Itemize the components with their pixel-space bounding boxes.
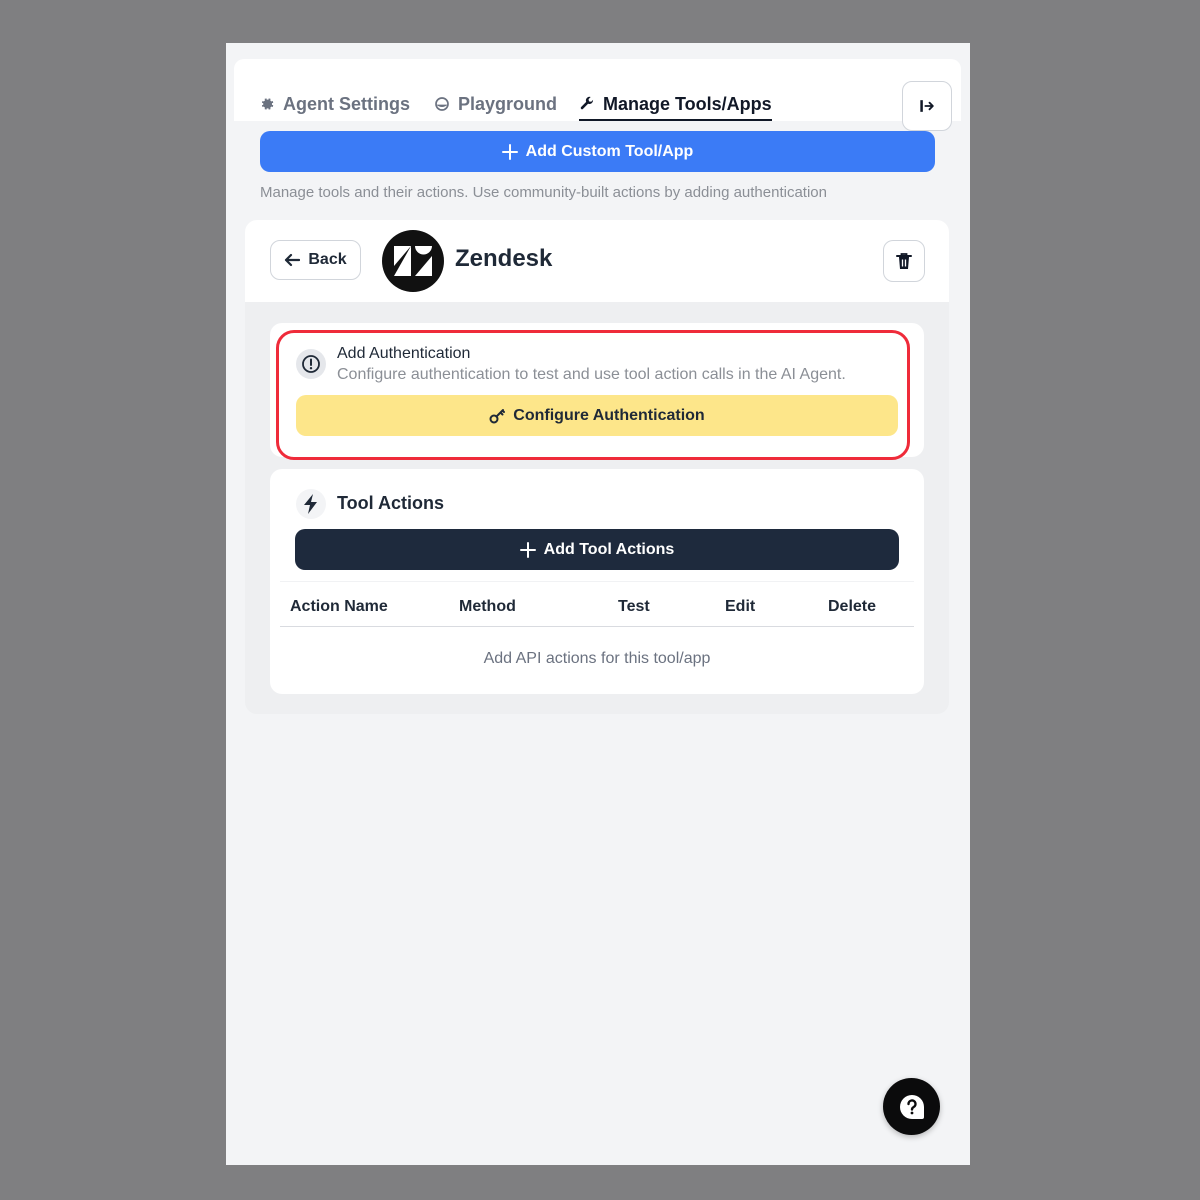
table-divider [280,626,914,627]
tab-agent-settings[interactable]: Agent Settings [259,89,410,119]
auth-card: Add Authentication Configure authenticat… [270,323,924,460]
trash-icon [896,253,912,269]
bolt-icon [296,489,326,519]
lightning-icon [304,494,317,514]
auth-description: Configure authentication to test and use… [337,366,846,383]
helper-text: Manage tools and their actions. Use comm… [260,184,827,201]
tab-label: Manage Tools/Apps [603,93,772,114]
help-icon [899,1094,924,1119]
tab-label: Agent Settings [283,93,411,114]
add-custom-tool-button[interactable]: Add Custom Tool/App [260,131,935,172]
tool-name: Zendesk [455,245,553,272]
configure-auth-label: Configure Authentication [513,406,705,424]
zendesk-logo [382,230,444,292]
exclamation-icon [302,355,320,373]
empty-state-text: Add API actions for this tool/app [483,650,711,667]
delete-tool-button[interactable] [883,240,925,282]
configure-authentication-button[interactable]: Configure Authentication [296,395,898,436]
main-panel: Agent Settings Playground Manage Tools/A… [226,43,970,1165]
column-header-test: Test [618,598,650,615]
add-tool-actions-button[interactable]: Add Tool Actions [295,529,899,570]
gear-icon [261,98,274,110]
tool-actions-card: Tool Actions Add Tool Actions Action Nam… [270,469,924,694]
column-header-action-name: Action Name [290,598,388,615]
back-label: Back [308,251,347,268]
add-tool-actions-label: Add Tool Actions [543,540,675,558]
plus-icon [519,541,536,558]
exit-icon [920,100,934,112]
tab-manage-tools[interactable]: Manage Tools/Apps [579,89,772,121]
exit-button[interactable] [902,81,952,131]
column-header-edit: Edit [725,598,756,615]
divider [280,581,914,582]
wrench-icon [580,96,594,110]
add-custom-label: Add Custom Tool/App [525,142,694,160]
tab-playground[interactable]: Playground [434,89,557,119]
tool-header: Back Zendesk [245,220,949,302]
key-icon [489,408,506,423]
alert-icon [296,349,326,379]
plus-icon [501,143,518,160]
tool-actions-title: Tool Actions [337,493,444,513]
column-header-delete: Delete [828,598,877,615]
playground-icon [435,97,449,111]
help-button[interactable] [883,1078,940,1135]
tab-label: Playground [458,93,558,114]
auth-title: Add Authentication [337,345,471,362]
top-nav: Agent Settings Playground Manage Tools/A… [234,59,961,131]
zendesk-logo-icon [394,246,432,276]
tool-detail-card: Back Zendesk Add Authentication Configur… [245,220,949,714]
column-header-method: Method [459,598,516,615]
arrow-left-icon [285,253,301,267]
back-button[interactable]: Back [270,240,361,280]
